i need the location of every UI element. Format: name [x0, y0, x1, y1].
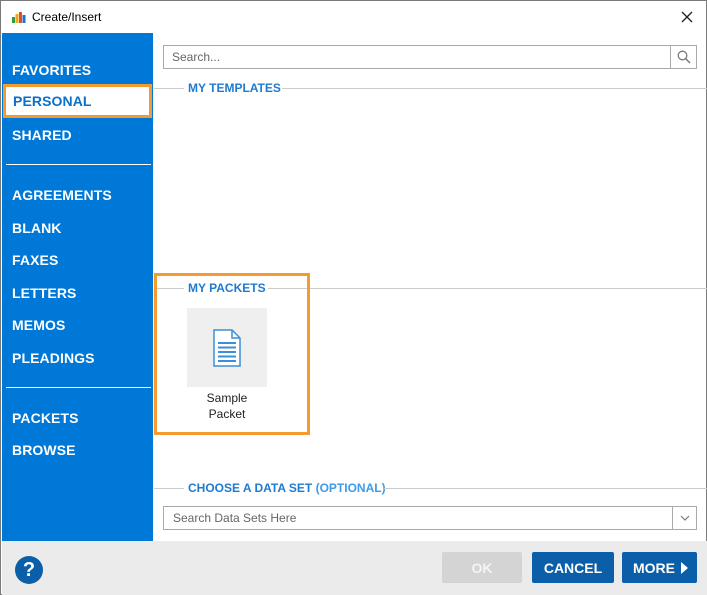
packet-label: Sample Packet	[187, 390, 267, 422]
packet-label-line: Sample	[206, 391, 248, 405]
data-set-dropdown-button[interactable]	[672, 507, 696, 529]
data-set-title: CHOOSE A DATA SET (OPTIONAL)	[188, 481, 386, 495]
more-button[interactable]: MORE	[622, 552, 697, 583]
sidebar-item-memos[interactable]: MEMOS	[12, 317, 65, 333]
data-set-title-main: CHOOSE A DATA SET	[188, 481, 313, 495]
sidebar-item-pleadings[interactable]: PLEADINGS	[12, 350, 95, 366]
app-logo-icon	[12, 12, 26, 23]
chevron-down-icon	[680, 515, 689, 521]
arrow-right-icon	[681, 562, 688, 574]
data-set-search-input[interactable]	[164, 507, 672, 529]
sidebar-item-favorites[interactable]: FAVORITES	[12, 62, 91, 78]
document-icon	[213, 328, 241, 367]
search-button[interactable]	[670, 46, 696, 68]
section-rule	[154, 488, 184, 489]
create-insert-dialog: Create/Insert FAVORITES PERSONAL SHARED …	[0, 0, 707, 595]
my-templates-title: MY TEMPLATES	[188, 81, 281, 95]
packet-tile-sample[interactable]	[187, 308, 267, 387]
sidebar-item-agreements[interactable]: AGREEMENTS	[12, 187, 112, 203]
sidebar-divider	[6, 387, 151, 388]
template-search	[163, 45, 697, 69]
title-bar: Create/Insert	[1, 1, 706, 33]
section-rule	[384, 488, 707, 489]
search-input[interactable]	[164, 46, 669, 68]
sidebar-divider	[6, 164, 151, 165]
packet-label-line: Packet	[208, 407, 246, 421]
cancel-button[interactable]: CANCEL	[532, 552, 614, 583]
more-button-label: MORE	[633, 559, 675, 576]
help-button[interactable]: ?	[15, 556, 43, 584]
data-set-header: CHOOSE A DATA SET (OPTIONAL)	[154, 481, 707, 495]
ok-button[interactable]: OK	[442, 552, 522, 583]
section-rule	[282, 88, 707, 89]
sidebar-item-faxes[interactable]: FAXES	[12, 252, 58, 268]
sidebar-item-letters[interactable]: LETTERS	[12, 285, 76, 301]
data-set-combobox	[163, 506, 697, 530]
close-button[interactable]	[674, 5, 700, 29]
sidebar-item-blank[interactable]: BLANK	[12, 220, 62, 236]
my-templates-header: MY TEMPLATES	[154, 81, 707, 95]
section-rule	[268, 288, 707, 289]
sidebar-item-packets[interactable]: PACKETS	[12, 410, 79, 426]
close-icon	[681, 11, 693, 23]
search-icon	[677, 50, 691, 64]
sidebar-item-shared[interactable]: SHARED	[12, 127, 72, 143]
window-title: Create/Insert	[32, 10, 102, 24]
sidebar-item-personal[interactable]: PERSONAL	[3, 84, 152, 118]
sidebar-item-browse[interactable]: BROWSE	[12, 442, 76, 458]
data-set-optional-label: (OPTIONAL)	[315, 481, 386, 495]
dialog-footer: ? OK CANCEL MORE	[2, 541, 707, 595]
section-rule	[154, 88, 184, 89]
category-sidebar: FAVORITES PERSONAL SHARED AGREEMENTS BLA…	[2, 33, 153, 541]
